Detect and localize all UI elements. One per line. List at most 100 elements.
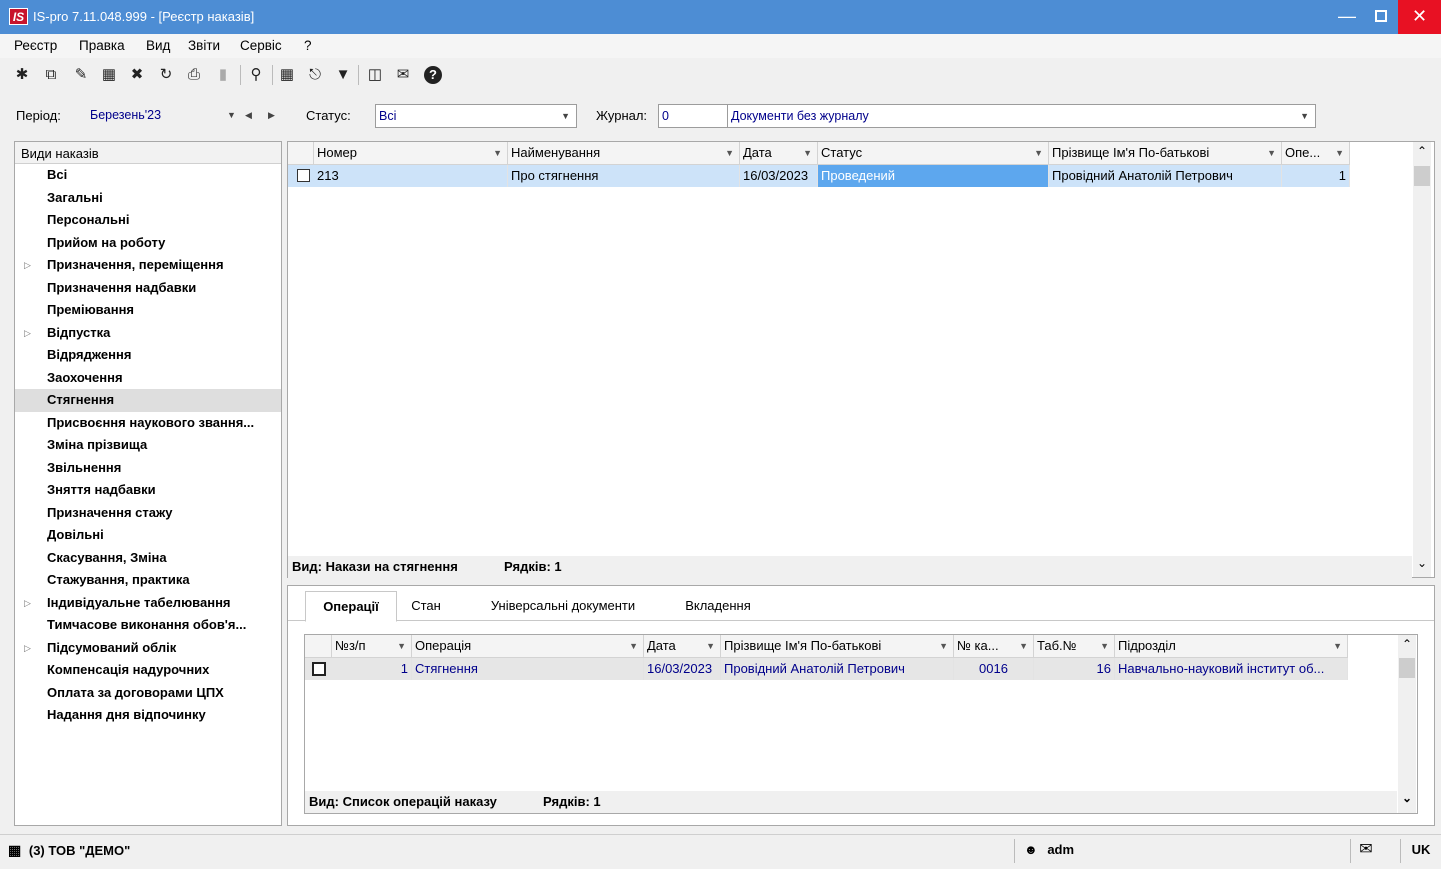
order-type-item[interactable]: Преміювання xyxy=(15,299,281,322)
scroll-down-icon[interactable]: ⌄ xyxy=(1398,791,1416,805)
order-type-item[interactable]: ▷ Підсумований облік xyxy=(15,637,281,660)
select-column-header[interactable] xyxy=(305,635,332,658)
tab-universal-docs[interactable]: Універсальні документи xyxy=(478,591,648,621)
expand-arrow-icon[interactable]: ▷ xyxy=(24,322,31,344)
export-icon[interactable]: ▮ xyxy=(212,64,234,86)
language-indicator[interactable]: UK xyxy=(1403,835,1439,869)
minimize-icon[interactable]: — xyxy=(1330,0,1364,34)
tab-state[interactable]: Стан xyxy=(402,591,450,621)
edit-icon[interactable]: ✎ xyxy=(70,64,92,86)
column-header-department[interactable]: Підрозділ ▼ xyxy=(1115,635,1348,658)
expand-arrow-icon[interactable]: ▷ xyxy=(24,637,31,659)
order-type-item[interactable]: Всі xyxy=(15,164,281,187)
order-type-item[interactable]: Призначення стажу xyxy=(15,502,281,525)
scroll-thumb[interactable] xyxy=(1399,658,1415,678)
order-type-item[interactable]: Зняття надбавки xyxy=(15,479,281,502)
mail-icon[interactable]: ✉ xyxy=(392,64,414,86)
delete-icon[interactable]: ✖ xyxy=(126,64,148,86)
maximize-icon[interactable] xyxy=(1364,0,1398,34)
menu-service[interactable]: Сервіс xyxy=(240,38,282,53)
next-period-icon[interactable]: ▶ xyxy=(268,104,275,126)
menu-registry[interactable]: Реєстр xyxy=(14,38,57,53)
grid-icon[interactable]: ▦ xyxy=(276,64,298,86)
order-type-item[interactable]: ▷ Індивідуальне табелювання xyxy=(15,592,281,615)
order-type-item[interactable]: Оплата за договорами ЦПХ xyxy=(15,682,281,705)
menu-help[interactable]: ? xyxy=(304,38,312,53)
filter-icon[interactable]: ▼ xyxy=(332,64,354,86)
scroll-up-icon[interactable]: ⌃ xyxy=(1398,637,1416,651)
print-icon[interactable]: ⎙ xyxy=(183,64,205,86)
tab-operations[interactable]: Операції xyxy=(305,591,397,622)
user-icon: ☻ xyxy=(1024,842,1038,857)
order-type-item[interactable]: Компенсація надурочних xyxy=(15,659,281,682)
column-header-tab-number[interactable]: Таб.№ ▼ xyxy=(1034,635,1115,658)
order-type-item[interactable]: Заохочення xyxy=(15,367,281,390)
menu-reports[interactable]: Звіти xyxy=(188,38,220,53)
tab-attachments[interactable]: Вкладення xyxy=(676,591,760,621)
period-selector[interactable]: Березень'23 ▼ ◀ ▶ xyxy=(87,104,286,128)
column-header-name[interactable]: Найменування ▼ xyxy=(508,142,740,165)
help-icon[interactable]: ? xyxy=(422,64,444,86)
operations-scrollbar[interactable]: ⌃ ⌄ xyxy=(1398,635,1416,813)
order-type-item[interactable]: Скасування, Зміна xyxy=(15,547,281,570)
org-status[interactable]: ▦ (3) ТОВ "ДЕМО" xyxy=(8,835,1013,869)
scroll-up-icon[interactable]: ⌃ xyxy=(1413,144,1431,158)
order-type-item[interactable]: Тимчасове виконання обов'я... xyxy=(15,614,281,637)
new-doc-icon[interactable]: ✱ xyxy=(11,64,33,86)
row-checkbox[interactable] xyxy=(297,169,310,182)
dropdown-arrow-icon[interactable]: ▼ xyxy=(227,104,236,126)
order-type-item[interactable]: Довільні xyxy=(15,524,281,547)
journal-dropdown[interactable]: Документи без журналу ▼ xyxy=(727,104,1316,128)
row-checkbox[interactable] xyxy=(312,662,326,676)
table-icon[interactable]: ▦ xyxy=(98,64,120,86)
table-row[interactable]: 213 Про стягнення 16/03/2023 Проведений … xyxy=(288,165,1350,187)
orders-footer: Вид: Накази на стягнення Рядків: 1 xyxy=(288,556,1412,578)
scroll-down-icon[interactable]: ⌄ xyxy=(1413,556,1431,570)
column-header-index[interactable]: №з/п ▼ xyxy=(332,635,412,658)
period-label: Період: xyxy=(16,108,61,123)
order-type-item[interactable]: Стягнення xyxy=(15,389,281,412)
menu-edit[interactable]: Правка xyxy=(79,38,125,53)
order-type-item[interactable]: Персональні xyxy=(15,209,281,232)
order-type-item[interactable]: Звільнення xyxy=(15,457,281,480)
orders-scrollbar[interactable]: ⌃ ⌄ xyxy=(1413,142,1431,577)
order-type-item[interactable]: ▷ Відпустка xyxy=(15,322,281,345)
column-header-number[interactable]: Номер ▼ xyxy=(314,142,508,165)
column-header-card[interactable]: № ка... ▼ xyxy=(954,635,1034,658)
prev-period-icon[interactable]: ◀ xyxy=(245,104,252,126)
form-icon[interactable]: ◫ xyxy=(364,64,386,86)
column-header-ops[interactable]: Опе... ▼ xyxy=(1282,142,1350,165)
column-header-operation[interactable]: Операція ▼ xyxy=(412,635,644,658)
select-column-header[interactable] xyxy=(288,142,314,165)
order-type-item[interactable]: Призначення надбавки xyxy=(15,277,281,300)
menu-view[interactable]: Вид xyxy=(146,38,170,53)
status-dropdown[interactable]: Всі ▼ xyxy=(375,104,577,128)
copy-icon[interactable]: ⧉ xyxy=(40,64,62,86)
order-type-item[interactable]: Надання дня відпочинку xyxy=(15,704,281,727)
order-type-item[interactable]: Прийом на роботу xyxy=(15,232,281,255)
order-type-item[interactable]: Стажування, практика xyxy=(15,569,281,592)
refresh-icon[interactable]: ↻ xyxy=(155,64,177,86)
order-type-item[interactable]: Загальні xyxy=(15,187,281,210)
order-type-item[interactable]: Відрядження xyxy=(15,344,281,367)
order-types-header: Види наказів xyxy=(15,142,281,164)
order-type-item[interactable]: Присвоєння наукового звання... xyxy=(15,412,281,435)
status-value: Всі xyxy=(379,109,397,123)
table-row[interactable]: 1 Стягнення 16/03/2023 Провідний Анатолі… xyxy=(305,658,1348,680)
column-header-date[interactable]: Дата ▼ xyxy=(740,142,818,165)
mail-icon[interactable]: ✉ xyxy=(1352,835,1380,869)
order-type-item[interactable]: ▷ Призначення, переміщення xyxy=(15,254,281,277)
order-type-item[interactable]: Зміна прізвища xyxy=(15,434,281,457)
journal-code-input[interactable]: 0 xyxy=(658,104,728,128)
column-header-person[interactable]: Прізвище Ім'я По-батькові ▼ xyxy=(721,635,954,658)
expand-arrow-icon[interactable]: ▷ xyxy=(24,254,31,276)
search-icon[interactable]: ⚲ xyxy=(245,64,267,86)
scroll-thumb[interactable] xyxy=(1414,166,1430,186)
expand-arrow-icon[interactable]: ▷ xyxy=(24,592,31,614)
column-header-date[interactable]: Дата ▼ xyxy=(644,635,721,658)
close-icon[interactable]: ✕ xyxy=(1398,0,1441,34)
tree-icon[interactable]: ⎋ xyxy=(304,64,326,86)
cell-name: Про стягнення xyxy=(508,165,740,187)
column-header-status[interactable]: Статус ▼ xyxy=(818,142,1049,165)
column-header-person[interactable]: Прізвище Ім'я По-батькові ▼ xyxy=(1049,142,1282,165)
